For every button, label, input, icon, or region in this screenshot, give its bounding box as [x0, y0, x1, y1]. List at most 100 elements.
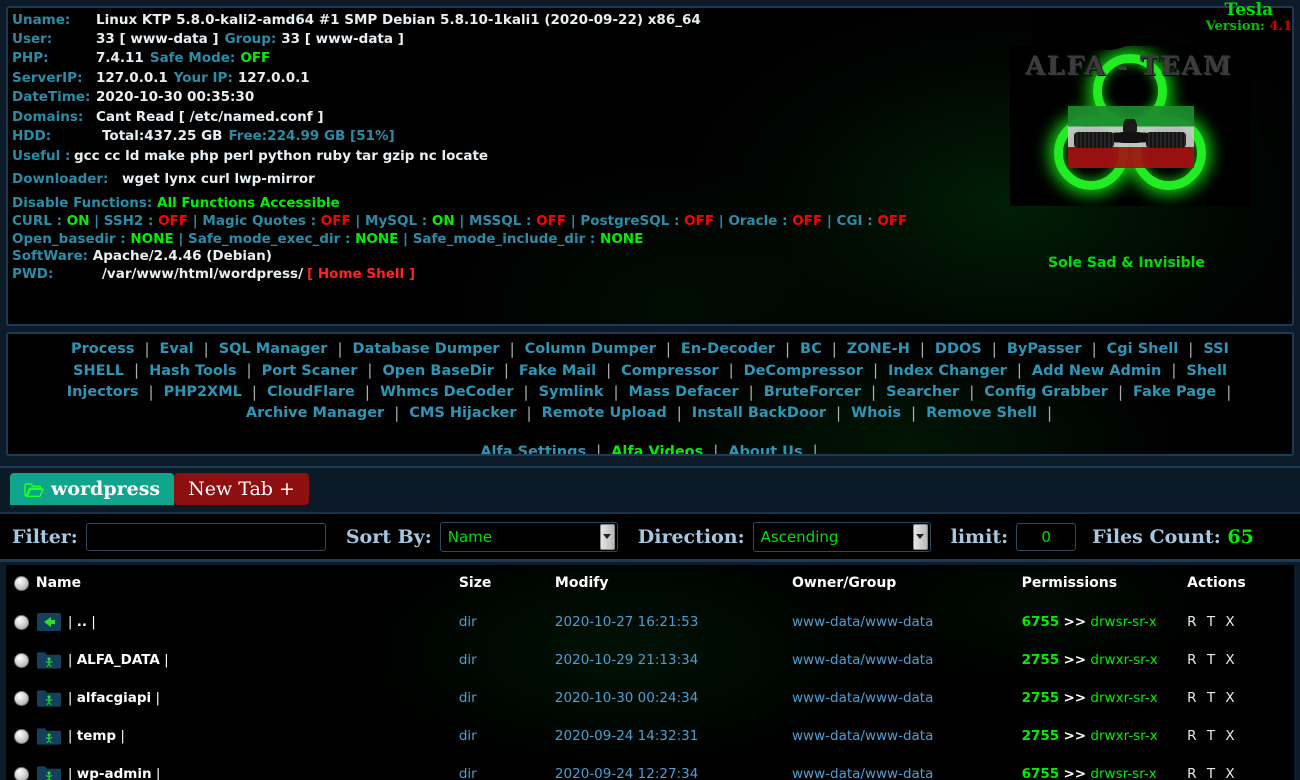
menu-item-eval[interactable]: Eval — [156, 339, 198, 360]
row-select-radio[interactable] — [14, 728, 29, 744]
folder-icon[interactable] — [36, 764, 62, 780]
file-permissions[interactable]: 6755 >> drwsr-sr-x — [1022, 755, 1188, 780]
file-permissions[interactable]: 2755 >> drwxr-sr-x — [1022, 717, 1188, 755]
action-t-button[interactable]: T — [1207, 728, 1226, 744]
menu-item-remove-shell[interactable]: Remove Shell — [922, 403, 1041, 424]
row-select-radio[interactable] — [14, 652, 29, 668]
file-name-link[interactable]: | .. | — [68, 614, 96, 630]
action-x-button[interactable]: X — [1225, 614, 1237, 630]
menu-separator: | — [606, 361, 612, 380]
menu-item-bc[interactable]: BC — [796, 339, 826, 360]
sortby-select[interactable]: Name — [439, 521, 618, 552]
chevron-down-icon[interactable] — [912, 523, 928, 550]
menu-item-remote-upload[interactable]: Remote Upload — [538, 403, 671, 424]
menu-item-config-grabber[interactable]: Config Grabber — [980, 382, 1112, 403]
menu-item-fake-mail[interactable]: Fake Mail — [515, 361, 600, 382]
file-name-link[interactable]: | temp | — [68, 728, 125, 744]
menu-item-zone-h[interactable]: ZONE-H — [843, 339, 914, 360]
tab-wordpress[interactable]: wordpress — [10, 473, 175, 505]
action-t-button[interactable]: T — [1207, 766, 1226, 780]
menu-item-install-backdoor[interactable]: Install BackDoor — [688, 403, 830, 424]
direction-select[interactable]: Ascending — [752, 521, 931, 552]
file-permissions[interactable]: 2755 >> drwxr-sr-x — [1022, 679, 1188, 717]
menu-item-database-dumper[interactable]: Database Dumper — [349, 339, 504, 360]
menu-item-shell[interactable]: Shell — [1182, 361, 1231, 382]
menu-item-shell[interactable]: SHELL — [69, 361, 128, 382]
header-size[interactable]: Size — [459, 565, 555, 603]
info-row-software: SoftWare: Apache/2.4.46 (Debian) — [12, 249, 1012, 264]
row-select-radio[interactable] — [14, 766, 29, 780]
menu-item-fake-page[interactable]: Fake Page — [1129, 382, 1220, 403]
menu-item-sql-manager[interactable]: SQL Manager — [215, 339, 332, 360]
menu-item-mass-defacer[interactable]: Mass Defacer — [625, 382, 743, 403]
menu-item-searcher[interactable]: Searcher — [882, 382, 963, 403]
menu-item-compressor[interactable]: Compressor — [617, 361, 722, 382]
menu-item-symlink[interactable]: Symlink — [535, 382, 608, 403]
menu-item-alfa-settings[interactable]: Alfa Settings — [476, 442, 590, 454]
action-t-button[interactable]: T — [1207, 614, 1226, 630]
menu-item-cgi-shell[interactable]: Cgi Shell — [1103, 339, 1183, 360]
file-name-link[interactable]: | wp-admin | — [68, 766, 161, 780]
file-actions: R T X — [1187, 755, 1294, 780]
header-permissions[interactable]: Permissions — [1022, 565, 1188, 603]
menu-item-whois[interactable]: Whois — [847, 403, 905, 424]
row-select-radio[interactable] — [14, 614, 29, 630]
menu-item-alfa-videos[interactable]: Alfa Videos — [607, 442, 707, 454]
menu-item-cloudflare[interactable]: CloudFlare — [263, 382, 359, 403]
folder-icon[interactable] — [36, 650, 62, 670]
domains-value: Cant Read [ /etc/named.conf ] — [96, 108, 324, 125]
action-r-button[interactable]: R — [1187, 652, 1207, 668]
menu-item-decompressor[interactable]: DeCompressor — [740, 361, 867, 382]
select-all-radio[interactable] — [14, 575, 29, 591]
menu-item-index-changer[interactable]: Index Changer — [884, 361, 1011, 382]
action-x-button[interactable]: X — [1225, 690, 1237, 706]
menu-item-hash-tools[interactable]: Hash Tools — [145, 361, 240, 382]
menu-item-bruteforcer[interactable]: BruteForcer — [760, 382, 865, 403]
limit-input[interactable] — [1016, 522, 1077, 551]
menu-item-column-dumper[interactable]: Column Dumper — [521, 339, 660, 360]
basedir-value: NONE — [355, 230, 399, 247]
menu-item-port-scaner[interactable]: Port Scaner — [258, 361, 362, 382]
header-modify[interactable]: Modify — [555, 565, 792, 603]
file-name-link[interactable]: | alfacgiapi | — [68, 690, 160, 706]
action-r-button[interactable]: R — [1187, 728, 1207, 744]
action-x-button[interactable]: X — [1225, 766, 1237, 780]
file-permissions[interactable]: 6755 >> drwsr-sr-x — [1022, 603, 1188, 641]
action-r-button[interactable]: R — [1187, 614, 1207, 630]
folder-icon[interactable] — [36, 688, 62, 708]
folder-icon[interactable] — [36, 726, 62, 746]
file-permissions[interactable]: 2755 >> drwxr-sr-x — [1022, 641, 1188, 679]
header-owner-group[interactable]: Owner/Group — [792, 565, 1022, 603]
menu-item-process[interactable]: Process — [67, 339, 138, 360]
action-x-button[interactable]: X — [1225, 728, 1237, 744]
menu-item-cms-hijacker[interactable]: CMS Hijacker — [405, 403, 520, 424]
pwd-value[interactable]: /var/www/html/wordpress/ — [102, 267, 303, 282]
header-name[interactable]: Name — [36, 565, 459, 603]
file-name-link[interactable]: | ALFA_DATA | — [68, 652, 169, 668]
chevron-down-icon[interactable] — [599, 523, 615, 550]
menu-item-ssi[interactable]: SSI — [1199, 339, 1233, 360]
menu-item-open-basedir[interactable]: Open BaseDir — [378, 361, 497, 382]
menu-item-bypasser[interactable]: ByPasser — [1003, 339, 1086, 360]
menu-item-whmcs-decoder[interactable]: Whmcs DeCoder — [376, 382, 518, 403]
action-t-button[interactable]: T — [1207, 652, 1226, 668]
action-r-button[interactable]: R — [1187, 766, 1207, 780]
action-x-button[interactable]: X — [1225, 652, 1237, 668]
home-shell-link[interactable]: [ Home Shell ] — [307, 267, 415, 282]
file-table: Name Size Modify Owner/Group Permissions… — [6, 565, 1294, 780]
menu-item-about-us[interactable]: About Us — [724, 442, 806, 454]
menu-item-ddos[interactable]: DDOS — [931, 339, 986, 360]
filter-input[interactable] — [85, 522, 326, 551]
action-r-button[interactable]: R — [1187, 690, 1207, 706]
menu-item-archive-manager[interactable]: Archive Manager — [242, 403, 388, 424]
new-tab-button[interactable]: New Tab + — [174, 473, 309, 505]
row-select-radio[interactable] — [14, 690, 29, 706]
menu-item-php2xml[interactable]: PHP2XML — [160, 382, 246, 403]
back-arrow-icon[interactable] — [36, 612, 62, 632]
menu-item-add-new-admin[interactable]: Add New Admin — [1028, 361, 1165, 382]
menu-item-en-decoder[interactable]: En-Decoder — [677, 339, 779, 360]
menu-item-injectors[interactable]: Injectors — [63, 382, 143, 403]
direction-label: Direction: — [637, 525, 745, 548]
hdd-label: HDD: — [12, 128, 52, 144]
action-t-button[interactable]: T — [1207, 690, 1226, 706]
